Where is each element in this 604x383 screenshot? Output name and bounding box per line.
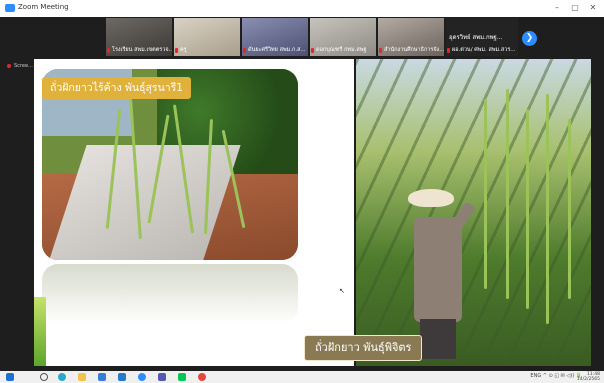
- search-icon[interactable]: [40, 373, 48, 381]
- title-bar: Zoom Meeting – ▢ ✕: [0, 0, 604, 17]
- zoom-logo-icon: [5, 4, 15, 12]
- participant-tile[interactable]: อุดรวิทย์ สพม.กพฐ... ผอ.ต่วน/ ศพม. สพม.ส…: [446, 18, 518, 56]
- mic-muted-icon: [447, 48, 450, 53]
- mail-icon[interactable]: [118, 373, 126, 381]
- slide-caption-bottom: ถั่วฝักยาว พันธุ์พิจิตร: [304, 335, 423, 361]
- windows-taskbar: ENG ^ ⊙ ◱ ✉ ◁)) 🔋 11:48 14/2/2565: [0, 371, 604, 383]
- minimize-button[interactable]: –: [550, 2, 564, 14]
- participant-name-overflow: อุดรวิทย์ สพม.กพฐ...: [449, 34, 503, 41]
- screen-share-indicator-icon: [7, 64, 11, 68]
- participant-tile[interactable]: ดอกบุณฑรี กทม.สพฐ: [310, 18, 376, 56]
- clock-date: 14/2/2565: [576, 377, 600, 382]
- participant-tile[interactable]: สำนักงานศึกษาธิการจัง...: [378, 18, 444, 56]
- mic-muted-icon: [107, 48, 110, 53]
- window-title: Zoom Meeting: [18, 3, 69, 11]
- shared-slide: ถั่วฝักยาวไร้ค้าง พันธุ์สุรนารี1 ↖: [34, 59, 354, 366]
- photo-reflection: [42, 264, 298, 324]
- teams-icon[interactable]: [158, 373, 166, 381]
- participant-name: ดอกบุณฑรี กทม.สพฐ: [316, 47, 367, 53]
- chrome-icon[interactable]: [198, 373, 206, 381]
- mic-muted-icon: [243, 48, 246, 53]
- mic-muted-icon: [311, 48, 314, 53]
- slide-caption-top: ถั่วฝักยาวไร้ค้าง พันธุ์สุรนารี1: [42, 77, 191, 99]
- system-tray[interactable]: ENG ^ ⊙ ◱ ✉ ◁)) 🔋: [530, 373, 582, 379]
- participant-name: ดันยะศรีวิทย สพม.ก.ส...: [248, 47, 306, 53]
- mic-muted-icon: [175, 48, 178, 53]
- participant-tile[interactable]: โรงเรียน สพม.เขตตรวจ...: [106, 18, 172, 56]
- edge-icon[interactable]: [58, 373, 66, 381]
- clock[interactable]: 11:48 14/2/2565: [577, 372, 600, 382]
- participant-name: ครู: [180, 47, 187, 53]
- participant-tile[interactable]: ดันยะศรีวิทย สพม.ก.ส...: [242, 18, 308, 56]
- gallery-next-arrow-icon[interactable]: ❯: [522, 31, 537, 46]
- zoom-taskbar-icon[interactable]: [138, 373, 146, 381]
- farmer-figure: [408, 189, 477, 359]
- maximize-button[interactable]: ▢: [568, 2, 582, 14]
- video-gallery-strip: โรงเรียน สพม.เขตตรวจ... ครู ดันยะศรีวิทย…: [0, 17, 604, 57]
- store-icon[interactable]: [98, 373, 106, 381]
- windows-start-icon[interactable]: [6, 373, 14, 381]
- participant-tile[interactable]: ครู: [174, 18, 240, 56]
- participant-name: สำนักงานศึกษาธิการจัง...: [384, 47, 444, 53]
- line-icon[interactable]: [178, 373, 186, 381]
- participant-name: โรงเรียน สพม.เขตตรวจ...: [112, 47, 172, 53]
- participant-name: ผอ.ต่วน/ ศพม. สพม.สวร...: [452, 47, 516, 53]
- long-bean-photo-phichit: [356, 59, 591, 366]
- mic-muted-icon: [379, 48, 382, 53]
- close-button[interactable]: ✕: [586, 2, 600, 14]
- mouse-cursor-icon: ↖: [339, 287, 345, 295]
- screen-share-label: Scree...: [14, 63, 33, 69]
- slide-decoration: [34, 297, 46, 366]
- file-explorer-icon[interactable]: [78, 373, 86, 381]
